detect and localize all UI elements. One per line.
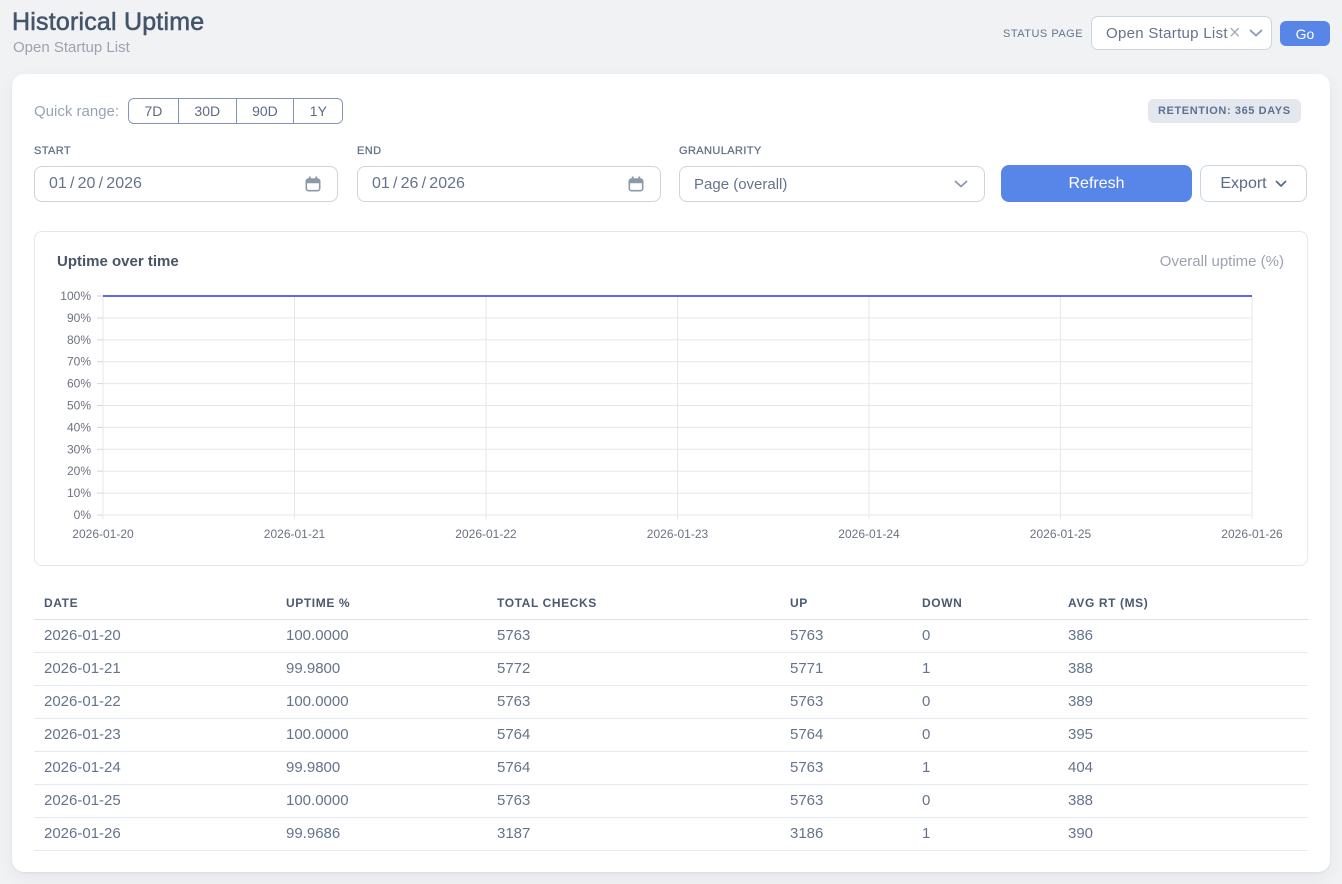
- svg-text:90%: 90%: [67, 311, 91, 325]
- svg-text:0%: 0%: [74, 508, 92, 522]
- svg-text:2026-01-20: 2026-01-20: [72, 527, 134, 541]
- svg-text:60%: 60%: [67, 377, 91, 391]
- svg-text:70%: 70%: [67, 355, 91, 369]
- svg-text:2026-01-21: 2026-01-21: [264, 527, 326, 541]
- svg-text:2026-01-25: 2026-01-25: [1030, 527, 1092, 541]
- svg-text:10%: 10%: [67, 486, 91, 500]
- svg-text:20%: 20%: [67, 464, 91, 478]
- svg-text:30%: 30%: [67, 442, 91, 456]
- svg-text:100%: 100%: [60, 289, 91, 303]
- svg-text:50%: 50%: [67, 399, 91, 413]
- svg-text:2026-01-22: 2026-01-22: [455, 527, 517, 541]
- svg-text:80%: 80%: [67, 333, 91, 347]
- svg-text:40%: 40%: [67, 420, 91, 434]
- svg-text:2026-01-24: 2026-01-24: [838, 527, 900, 541]
- svg-text:2026-01-23: 2026-01-23: [647, 527, 709, 541]
- svg-text:2026-01-26: 2026-01-26: [1221, 527, 1283, 541]
